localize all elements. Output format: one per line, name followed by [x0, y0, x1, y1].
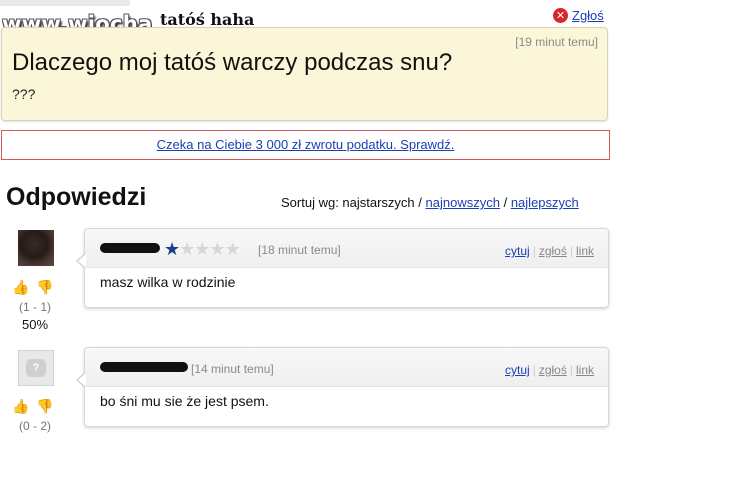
rating-stars[interactable]: ★★★★★	[164, 239, 241, 260]
quote-link[interactable]: cytuj	[505, 363, 530, 377]
report-label[interactable]: Zgłoś	[572, 8, 604, 23]
answer-actions: cytuj | zgłoś | link	[505, 363, 594, 377]
answer-card: ★★★★★ [18 minut temu] cytuj | zgłoś | link m…	[76, 228, 609, 308]
answer-time: [18 minut temu]	[258, 243, 341, 257]
answer-header: [14 minut temu] cytuj | zgłoś | link	[85, 348, 608, 387]
sort-bar: Sortuj wg: najstarszych / najnowszych / …	[281, 195, 579, 210]
divider: |	[532, 244, 536, 258]
vote-buttons: 👍 👎	[12, 279, 54, 297]
question-box: [19 minut temu] Dlaczego moj tatóś warcz…	[1, 27, 608, 121]
close-circle-icon: ✕	[553, 7, 568, 23]
thumb-down-icon[interactable]: 👎	[36, 279, 54, 297]
permalink[interactable]: link	[576, 363, 594, 377]
sort-best-link[interactable]: najlepszych	[511, 195, 579, 210]
sort-separator: /	[503, 195, 508, 210]
top-strip	[0, 0, 130, 6]
ad-link[interactable]: Czeka na Ciebie 3 000 zł zwrotu podatku.…	[157, 137, 455, 152]
avatar-placeholder-icon: ?	[26, 359, 46, 377]
divider: |	[532, 363, 536, 377]
report-link[interactable]: zgłoś	[539, 244, 567, 258]
report-link-top[interactable]: ✕ Zgłoś	[553, 6, 604, 24]
quote-link[interactable]: cytuj	[505, 244, 530, 258]
answer-card: [14 minut temu] cytuj | zgłoś | link bo śni …	[76, 347, 609, 427]
star-icon: ★	[209, 239, 225, 260]
star-icon: ★	[224, 239, 241, 260]
question-title: Dlaczego moj tatóś warczy podczas snu?	[12, 49, 453, 76]
sort-newest-link[interactable]: najnowszych	[426, 195, 500, 210]
divider: |	[569, 244, 573, 258]
thumb-up-icon[interactable]: 👍	[12, 398, 30, 416]
answer-time: [14 minut temu]	[191, 362, 274, 376]
report-link[interactable]: zgłoś	[539, 363, 567, 377]
answer-text: masz wilka w rodzinie	[100, 274, 236, 290]
avatar-placeholder[interactable]: ?	[18, 350, 54, 386]
star-icon: ★	[164, 239, 180, 260]
answer-header: ★★★★★ [18 minut temu] cytuj | zgłoś | link	[85, 229, 608, 268]
answer-actions: cytuj | zgłoś | link	[505, 244, 594, 258]
thumb-up-icon[interactable]: 👍	[12, 279, 30, 297]
vote-buttons: 👍 👎	[12, 398, 54, 416]
redacted-username	[100, 362, 188, 372]
vote-score: (0 - 2)	[18, 419, 51, 433]
answer-text: bo śni mu sie że jest psem.	[100, 393, 269, 409]
star-icon: ★	[179, 239, 195, 260]
permalink[interactable]: link	[576, 244, 594, 258]
ad-banner: Czeka na Ciebie 3 000 zł zwrotu podatku.…	[1, 130, 610, 160]
avatar[interactable]	[18, 230, 54, 266]
vote-percent: 50%	[21, 317, 49, 332]
thumb-down-icon[interactable]: 👎	[36, 398, 54, 416]
vote-score: (1 - 1)	[18, 300, 51, 314]
answers-heading: Odpowiedzi	[6, 183, 147, 211]
star-icon: ★	[194, 239, 210, 260]
question-body: ???	[12, 86, 36, 102]
sort-label: Sortuj wg: najstarszych /	[281, 195, 422, 210]
redacted-username	[100, 243, 160, 253]
question-time: [19 minut temu]	[515, 35, 598, 49]
divider: |	[569, 363, 573, 377]
